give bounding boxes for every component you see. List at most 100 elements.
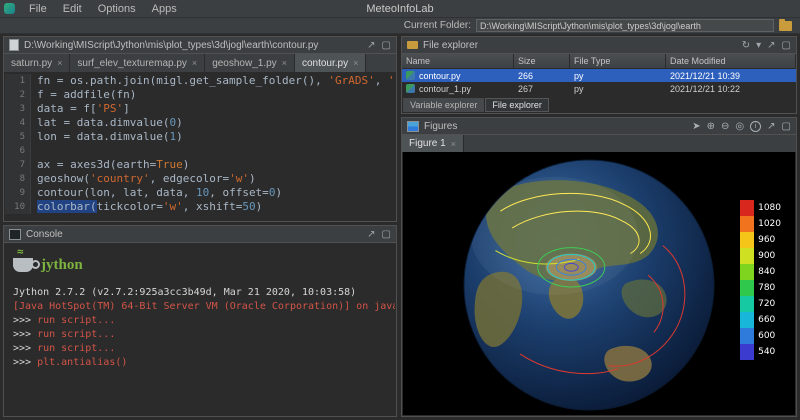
colorbar-swatch bbox=[740, 248, 754, 264]
file-explorer-panel: File explorer ↻ ▾ ↗ ▢ NameSizeFile TypeD… bbox=[401, 36, 797, 114]
column-header-file-type[interactable]: File Type bbox=[570, 54, 666, 68]
maximize-icon[interactable]: ▢ bbox=[782, 121, 791, 132]
info-icon[interactable]: i bbox=[750, 121, 761, 132]
file-size-cell: 266 bbox=[514, 71, 570, 81]
table-row[interactable]: contour.py266py2021/12/21 10:39 bbox=[402, 69, 796, 82]
table-row[interactable]: contour_1.py267py2021/12/21 10:22 bbox=[402, 82, 796, 95]
colorbar-swatch bbox=[740, 200, 754, 216]
tab-label: geoshow_1.py bbox=[212, 58, 277, 69]
code-text: lon = data.dimvalue(1) bbox=[31, 130, 183, 144]
editor-tab[interactable]: saturn.py × bbox=[4, 54, 70, 72]
collapse-icon[interactable]: ▾ bbox=[756, 40, 761, 51]
code-area[interactable]: 1fn = os.path.join(migl.get_sample_folde… bbox=[5, 72, 395, 220]
tab-label: contour.py bbox=[302, 58, 348, 69]
close-icon[interactable]: × bbox=[451, 139, 456, 149]
column-header-size[interactable]: Size bbox=[514, 54, 570, 68]
editor-tabbar: saturn.py×surf_elev_texturemap.py×geosho… bbox=[4, 54, 396, 73]
code-line: 6 bbox=[5, 144, 395, 158]
colorbar-label: 660 bbox=[754, 315, 775, 325]
line-number: 1 bbox=[5, 74, 31, 88]
close-icon[interactable]: × bbox=[353, 58, 358, 68]
colorbar-label: 840 bbox=[754, 267, 775, 277]
zoom-out-icon[interactable]: ⊖ bbox=[721, 121, 729, 132]
console-icon bbox=[9, 229, 21, 240]
figure-tab-label: Figure 1 bbox=[409, 138, 446, 149]
colorbar-label: 1080 bbox=[754, 203, 781, 213]
close-icon[interactable]: × bbox=[192, 58, 197, 68]
code-text: lat = data.dimvalue(0) bbox=[31, 116, 183, 130]
code-text: contour(lon, lat, data, 10, offset=0) bbox=[31, 186, 282, 200]
file-name: contour.py bbox=[419, 71, 461, 81]
maximize-icon[interactable]: ▢ bbox=[382, 229, 391, 240]
console-area[interactable]: jython Jython 2.7.2 (v2.7.2:925a3cc3b49d… bbox=[5, 243, 395, 415]
editor-panel: D:\Working\MIScript\Jython\mis\plot_type… bbox=[3, 36, 397, 222]
console-title-bar: Console ↗ ▢ bbox=[4, 226, 396, 243]
code-line: 3data = f['PS'] bbox=[5, 102, 395, 116]
tab-label: saturn.py bbox=[11, 58, 52, 69]
figure-globe bbox=[461, 157, 717, 413]
folder-browse-icon[interactable] bbox=[779, 21, 792, 31]
colorbar-swatch bbox=[740, 312, 754, 328]
code-line: 7ax = axes3d(earth=True) bbox=[5, 158, 395, 172]
figure-canvas[interactable]: 10801020960900840780720660600540 bbox=[403, 152, 795, 415]
console-text: run script... bbox=[31, 315, 115, 326]
maximize-icon[interactable]: ▢ bbox=[782, 40, 791, 51]
console-prompt: >>> bbox=[13, 315, 31, 326]
column-header-name[interactable]: Name bbox=[402, 54, 514, 68]
editor-tab[interactable]: surf_elev_texturemap.py× bbox=[70, 54, 205, 72]
line-number: 9 bbox=[5, 186, 31, 200]
editor-tab[interactable]: contour.py × bbox=[295, 54, 366, 72]
console-prompt: >>> bbox=[13, 357, 31, 368]
maximize-icon[interactable]: ▢ bbox=[382, 40, 391, 51]
file-date-cell: 2021/12/21 10:39 bbox=[666, 71, 796, 81]
menu-options[interactable]: Options bbox=[90, 3, 144, 15]
colorbar-label: 600 bbox=[754, 331, 775, 341]
tab-variable-explorer[interactable]: Variable explorer bbox=[403, 98, 485, 112]
menu-file[interactable]: File bbox=[21, 3, 55, 15]
jython-cup-icon bbox=[13, 258, 33, 272]
menu-apps[interactable]: Apps bbox=[144, 3, 185, 15]
colorbar-swatch bbox=[740, 344, 754, 360]
menu-edit[interactable]: Edit bbox=[55, 3, 90, 15]
console-line: >>> run script... bbox=[13, 328, 387, 342]
float-icon[interactable]: ↗ bbox=[367, 40, 375, 51]
file-rows: contour.py266py2021/12/21 10:39contour_1… bbox=[402, 69, 796, 95]
full-extent-icon[interactable]: ◎ bbox=[735, 121, 744, 132]
colorbar-label: 540 bbox=[754, 347, 775, 357]
file-size-cell: 267 bbox=[514, 84, 570, 94]
line-number: 2 bbox=[5, 88, 31, 102]
line-number: 7 bbox=[5, 158, 31, 172]
current-folder-input[interactable] bbox=[476, 19, 774, 32]
tab-file-explorer[interactable]: File explorer bbox=[485, 98, 550, 112]
figure-tab[interactable]: Figure 1 × bbox=[402, 135, 464, 152]
refresh-icon[interactable]: ↻ bbox=[742, 40, 750, 51]
colorbar-entry: 960 bbox=[740, 232, 781, 248]
console-prompt: >>> bbox=[13, 329, 31, 340]
float-icon[interactable]: ↗ bbox=[367, 229, 375, 240]
figures-tabbar: Figure 1 × bbox=[402, 135, 796, 153]
colorbar-swatch bbox=[740, 232, 754, 248]
cursor-icon[interactable]: ➤ bbox=[692, 121, 700, 132]
line-number: 5 bbox=[5, 130, 31, 144]
colorbar-swatch bbox=[740, 280, 754, 296]
jython-logo: jython bbox=[13, 248, 387, 282]
file-explorer-title: File explorer bbox=[423, 40, 478, 51]
console-lines: Jython 2.7.2 (v2.7.2:925a3cc3b49d, Mar 2… bbox=[13, 286, 387, 370]
code-line: 9contour(lon, lat, data, 10, offset=0) bbox=[5, 186, 395, 200]
zoom-in-icon[interactable]: ⊕ bbox=[707, 121, 715, 132]
code-text: data = f['PS'] bbox=[31, 102, 130, 116]
figures-icon bbox=[407, 121, 419, 132]
colorbar-entry: 900 bbox=[740, 248, 781, 264]
colorbar-swatch bbox=[740, 216, 754, 232]
figures-toolbar: ➤ ⊕ ⊖ ◎ i ↗ ▢ bbox=[692, 121, 791, 132]
console-line: [Java HotSpot(TM) 64-Bit Server VM (Orac… bbox=[13, 300, 387, 314]
float-icon[interactable]: ↗ bbox=[767, 40, 775, 51]
line-number: 8 bbox=[5, 172, 31, 186]
column-header-date-modified[interactable]: Date Modified bbox=[666, 54, 796, 68]
code-line: 4lat = data.dimvalue(0) bbox=[5, 116, 395, 130]
file-date-cell: 2021/12/21 10:22 bbox=[666, 84, 796, 94]
float-icon[interactable]: ↗ bbox=[767, 121, 775, 132]
close-icon[interactable]: × bbox=[282, 58, 287, 68]
close-icon[interactable]: × bbox=[57, 58, 62, 68]
editor-tab[interactable]: geoshow_1.py × bbox=[205, 54, 295, 72]
